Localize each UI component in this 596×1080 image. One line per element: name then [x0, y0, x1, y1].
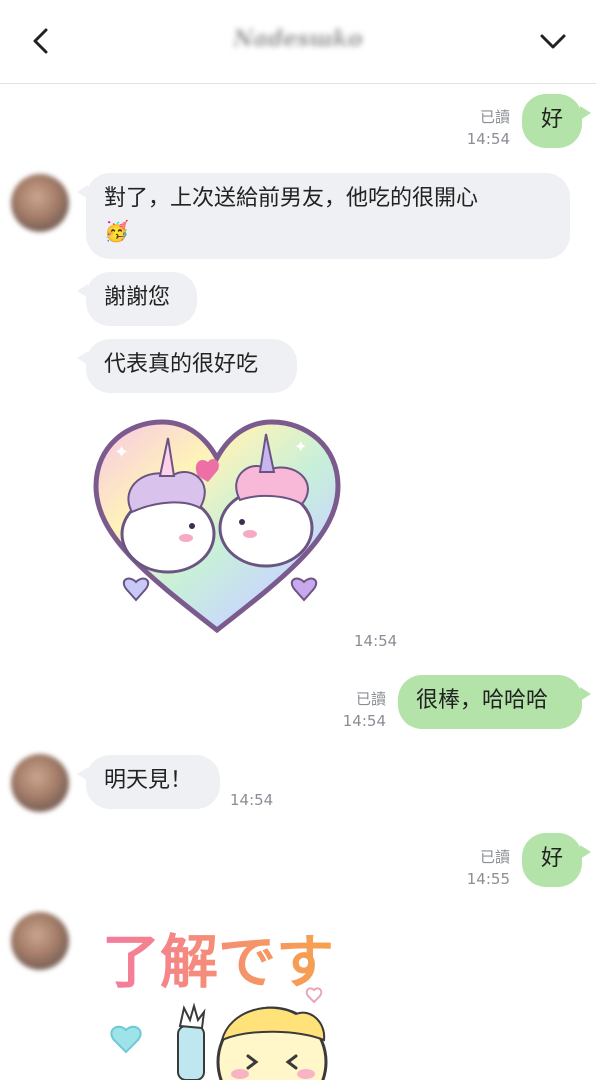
understood-sticker-image: 了解です [102, 928, 334, 1080]
message-text: 對了，上次送給前男友，他吃的很開心 [104, 186, 479, 211]
message-text: 好 [540, 846, 563, 871]
message-meta: 已讀 14:54 [440, 106, 510, 150]
sticker-caption: 了解です [102, 928, 334, 996]
svg-text:✦: ✦ [114, 442, 129, 463]
chat-message-list[interactable]: 已讀 14:54 好 對了，上次送給前男友，他吃的很開心 🥳 謝謝您 代表真的很… [0, 84, 596, 1080]
message-text: 明天見！ [104, 768, 193, 793]
contact-avatar[interactable] [11, 174, 69, 232]
unicorn-heart-sticker[interactable]: ✦ ✦ [88, 416, 346, 636]
contact-avatar[interactable] [11, 754, 69, 812]
message-bubble-incoming[interactable]: 代表真的很好吃 [77, 339, 297, 393]
message-bubble-incoming[interactable]: 明天見！ [77, 755, 220, 809]
read-receipt: 已讀 [479, 848, 510, 866]
timestamp: 14:55 [466, 870, 510, 888]
timestamp: 14:54 [230, 791, 274, 809]
party-face-emoji: 🥳 [104, 219, 129, 243]
message-bubble-incoming[interactable]: 謝謝您 [77, 272, 197, 326]
timestamp: 14:54 [342, 712, 386, 730]
message-meta: 已讀 14:55 [440, 846, 510, 890]
timestamp: 14:54 [466, 130, 510, 148]
contact-avatar[interactable] [11, 912, 69, 970]
message-text: 好 [540, 107, 563, 132]
read-receipt: 已讀 [355, 690, 386, 708]
message-text: 謝謝您 [104, 285, 171, 310]
read-receipt: 已讀 [479, 108, 510, 126]
understood-sticker[interactable]: 了解です [100, 922, 360, 1080]
menu-toggle-button[interactable] [534, 22, 574, 62]
chat-header: Nadesшko [0, 0, 596, 84]
unicorn-heart-sticker-image: ✦ ✦ [93, 419, 341, 634]
message-text: 很棒，哈哈哈 [416, 688, 549, 713]
message-bubble-outgoing[interactable]: 很棒，哈哈哈 [398, 675, 591, 729]
message-bubble-incoming[interactable]: 對了，上次送給前男友，他吃的很開心 🥳 [77, 173, 570, 259]
message-bubble-outgoing[interactable]: 好 [522, 833, 591, 887]
chevron-down-icon [540, 34, 566, 49]
message-meta: 已讀 14:54 [316, 688, 386, 732]
timestamp: 14:54 [354, 632, 398, 650]
message-text: 代表真的很好吃 [104, 352, 259, 377]
message-bubble-outgoing[interactable]: 好 [522, 94, 591, 148]
svg-text:✦: ✦ [294, 437, 307, 456]
chat-title: Nadesшko [233, 26, 363, 52]
